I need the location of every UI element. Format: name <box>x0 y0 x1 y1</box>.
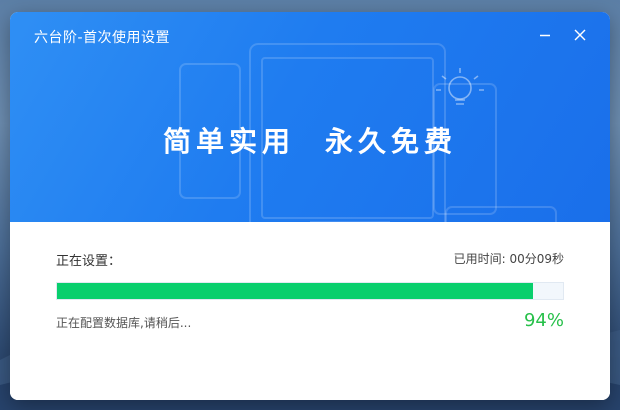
close-button[interactable] <box>569 24 591 46</box>
elapsed-label: 已用时间: <box>453 252 510 266</box>
progress-percent: 94% <box>523 310 564 331</box>
slogan-left: 简单实用 <box>162 125 295 158</box>
status-detail: 正在配置数据库,请稍后... <box>56 316 192 330</box>
header-banner: 六台阶-首次使用设置 简单实用 永久免费 <box>10 12 610 222</box>
status-label: 正在设置： <box>56 254 122 269</box>
slogan-right: 永久免费 <box>325 125 458 158</box>
progress-bar <box>56 282 564 300</box>
lightbulb-icon <box>436 68 484 105</box>
window-title: 六台阶-首次使用设置 <box>34 30 171 46</box>
progress-fill <box>57 283 533 299</box>
progress-panel: 正在设置： 已用时间: 00分09秒 正在配置数据库,请稍后... 94% <box>10 222 610 400</box>
slogan: 简单实用 永久免费 <box>10 120 610 160</box>
close-icon <box>574 29 586 41</box>
elapsed-value: 00分09秒 <box>509 252 564 266</box>
minimize-icon <box>540 34 550 37</box>
elapsed-time: 已用时间: 00分09秒 <box>454 250 564 267</box>
minimize-button[interactable] <box>534 24 556 46</box>
setup-window: 六台阶-首次使用设置 简单实用 永久免费 正在设置： 已用时间: 00分09秒 正… <box>10 12 610 400</box>
